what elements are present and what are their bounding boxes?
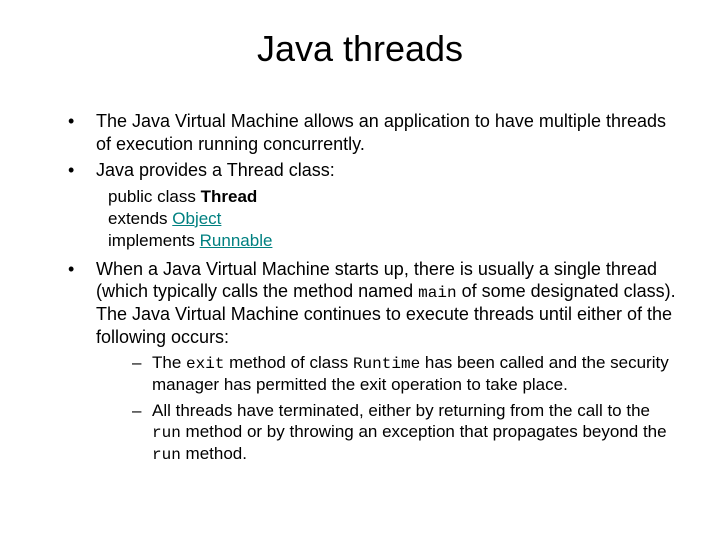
code-inline: main bbox=[418, 284, 456, 302]
sub-bullet-item: The exit method of class Runtime has bee… bbox=[132, 352, 680, 395]
sub-bullet-item: All threads have terminated, either by r… bbox=[132, 400, 680, 465]
link-runnable[interactable]: Runnable bbox=[200, 231, 273, 250]
code-inline: exit bbox=[186, 355, 224, 373]
bullet-list: The Java Virtual Machine allows an appli… bbox=[40, 110, 680, 182]
bullet-item: Java provides a Thread class: bbox=[68, 159, 680, 182]
bullet-text: method or by throwing an exception that … bbox=[181, 422, 667, 441]
bullet-item: The Java Virtual Machine allows an appli… bbox=[68, 110, 680, 155]
code-inline: run bbox=[152, 424, 181, 442]
slide: Java threads The Java Virtual Machine al… bbox=[0, 0, 720, 540]
bullet-list: When a Java Virtual Machine starts up, t… bbox=[40, 258, 680, 465]
code-text: extends bbox=[108, 209, 172, 228]
code-inline: run bbox=[152, 446, 181, 464]
code-block: public class Thread extends Object imple… bbox=[108, 186, 680, 252]
code-line: extends Object bbox=[108, 208, 680, 230]
bullet-item: When a Java Virtual Machine starts up, t… bbox=[68, 258, 680, 465]
slide-title: Java threads bbox=[40, 28, 680, 70]
bullet-text: The bbox=[152, 353, 186, 372]
code-line: public class Thread bbox=[108, 186, 680, 208]
code-inline: Runtime bbox=[353, 355, 420, 373]
code-text: implements bbox=[108, 231, 200, 250]
bullet-text: All threads have terminated, either by r… bbox=[152, 401, 650, 420]
code-text: public class bbox=[108, 187, 201, 206]
code-line: implements Runnable bbox=[108, 230, 680, 252]
link-object[interactable]: Object bbox=[172, 209, 221, 228]
code-class-name: Thread bbox=[201, 187, 258, 206]
bullet-text: method. bbox=[181, 444, 247, 463]
sub-bullet-list: The exit method of class Runtime has bee… bbox=[96, 352, 680, 465]
bullet-text: method of class bbox=[224, 353, 353, 372]
